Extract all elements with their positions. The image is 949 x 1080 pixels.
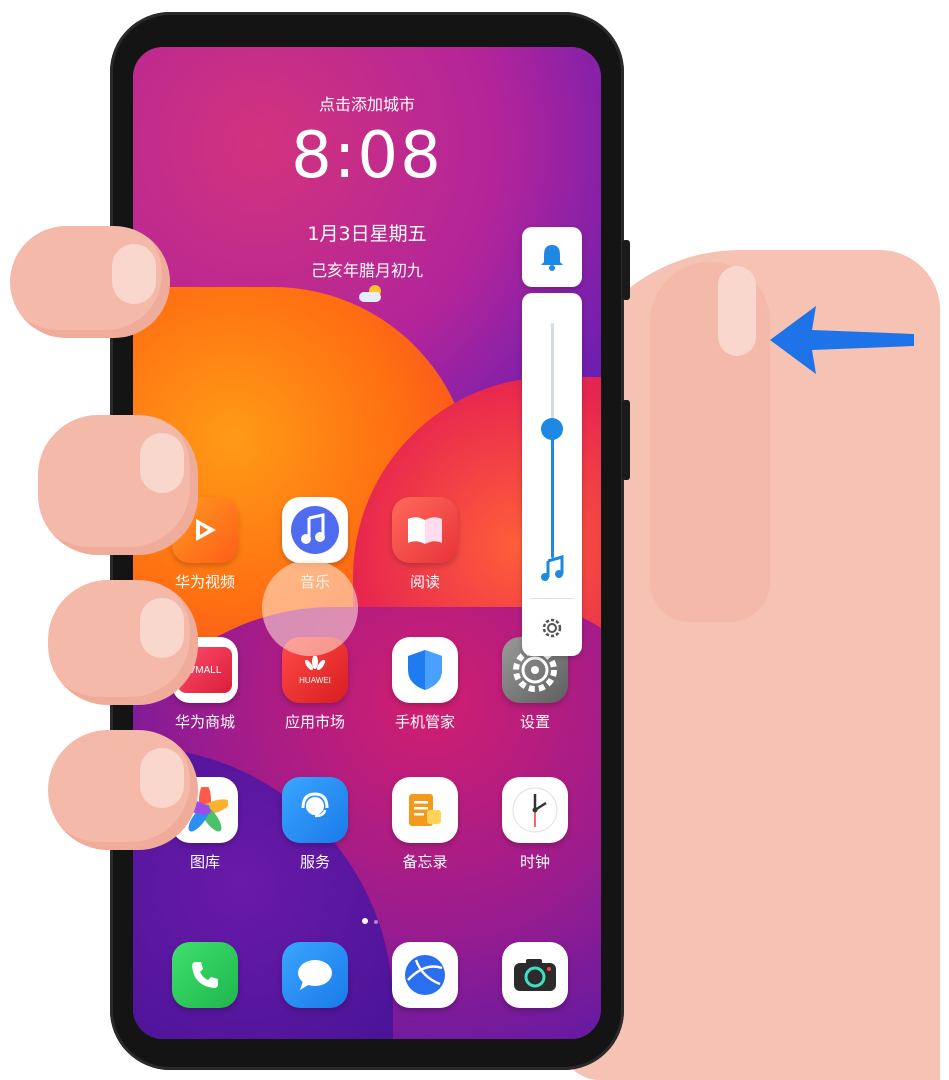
app-label: 时钟 bbox=[519, 853, 550, 871]
notepad-icon bbox=[392, 777, 458, 843]
app-label: 设置 bbox=[519, 713, 550, 731]
app-label: 华为商城 bbox=[174, 713, 235, 731]
left-arrow-icon bbox=[770, 306, 914, 374]
volume-slider-thumb[interactable] bbox=[541, 417, 563, 440]
clock-icon bbox=[502, 777, 568, 843]
dock-phone[interactable] bbox=[155, 942, 255, 1008]
ringer-mode-button[interactable] bbox=[522, 227, 582, 287]
partly-cloudy-icon bbox=[359, 285, 385, 303]
app-label: 备忘录 bbox=[402, 853, 448, 871]
dock-camera[interactable] bbox=[485, 942, 585, 1008]
volume-panel bbox=[522, 293, 582, 656]
music-note-icon bbox=[541, 555, 564, 581]
app-reading[interactable]: 阅读 bbox=[375, 497, 475, 592]
gear-icon[interactable] bbox=[540, 616, 564, 640]
finger bbox=[48, 730, 198, 850]
bell-icon bbox=[541, 245, 563, 271]
app-label: 手机管家 bbox=[394, 713, 455, 731]
app-label: 阅读 bbox=[409, 573, 440, 591]
app-label: 图库 bbox=[189, 853, 220, 871]
phone-icon bbox=[172, 942, 238, 1008]
phone-volume-button bbox=[622, 400, 630, 480]
page-indicator bbox=[359, 909, 381, 928]
app-phone-manager[interactable]: 手机管家 bbox=[375, 637, 475, 732]
clock-time: 8:08 bbox=[291, 119, 443, 193]
service-icon bbox=[282, 777, 348, 843]
phone-side-button bbox=[622, 240, 630, 300]
add-city-link[interactable]: 点击添加城市 bbox=[133, 91, 601, 115]
dock-browser[interactable] bbox=[375, 942, 475, 1008]
touch-indicator bbox=[262, 560, 358, 656]
volume-slider-fill bbox=[551, 428, 554, 558]
browser-icon bbox=[392, 942, 458, 1008]
finger bbox=[10, 226, 170, 338]
page-dot-active bbox=[362, 918, 368, 924]
app-label: 服务 bbox=[299, 853, 330, 871]
finger bbox=[38, 415, 198, 555]
page-dot bbox=[374, 920, 378, 924]
app-service[interactable]: 服务 bbox=[265, 777, 365, 872]
app-notepad[interactable]: 备忘录 bbox=[375, 777, 475, 872]
music-icon bbox=[282, 497, 348, 563]
volume-slider[interactable] bbox=[551, 323, 554, 558]
app-label: 应用市场 bbox=[284, 713, 345, 731]
dock-messages[interactable] bbox=[265, 942, 365, 1008]
shield-icon bbox=[392, 637, 458, 703]
divider bbox=[530, 598, 574, 599]
app-clock[interactable]: 时钟 bbox=[485, 777, 585, 872]
camera-icon bbox=[502, 942, 568, 1008]
messages-icon bbox=[282, 942, 348, 1008]
finger bbox=[48, 580, 198, 705]
thumb-nail bbox=[718, 266, 756, 356]
book-icon bbox=[392, 497, 458, 563]
